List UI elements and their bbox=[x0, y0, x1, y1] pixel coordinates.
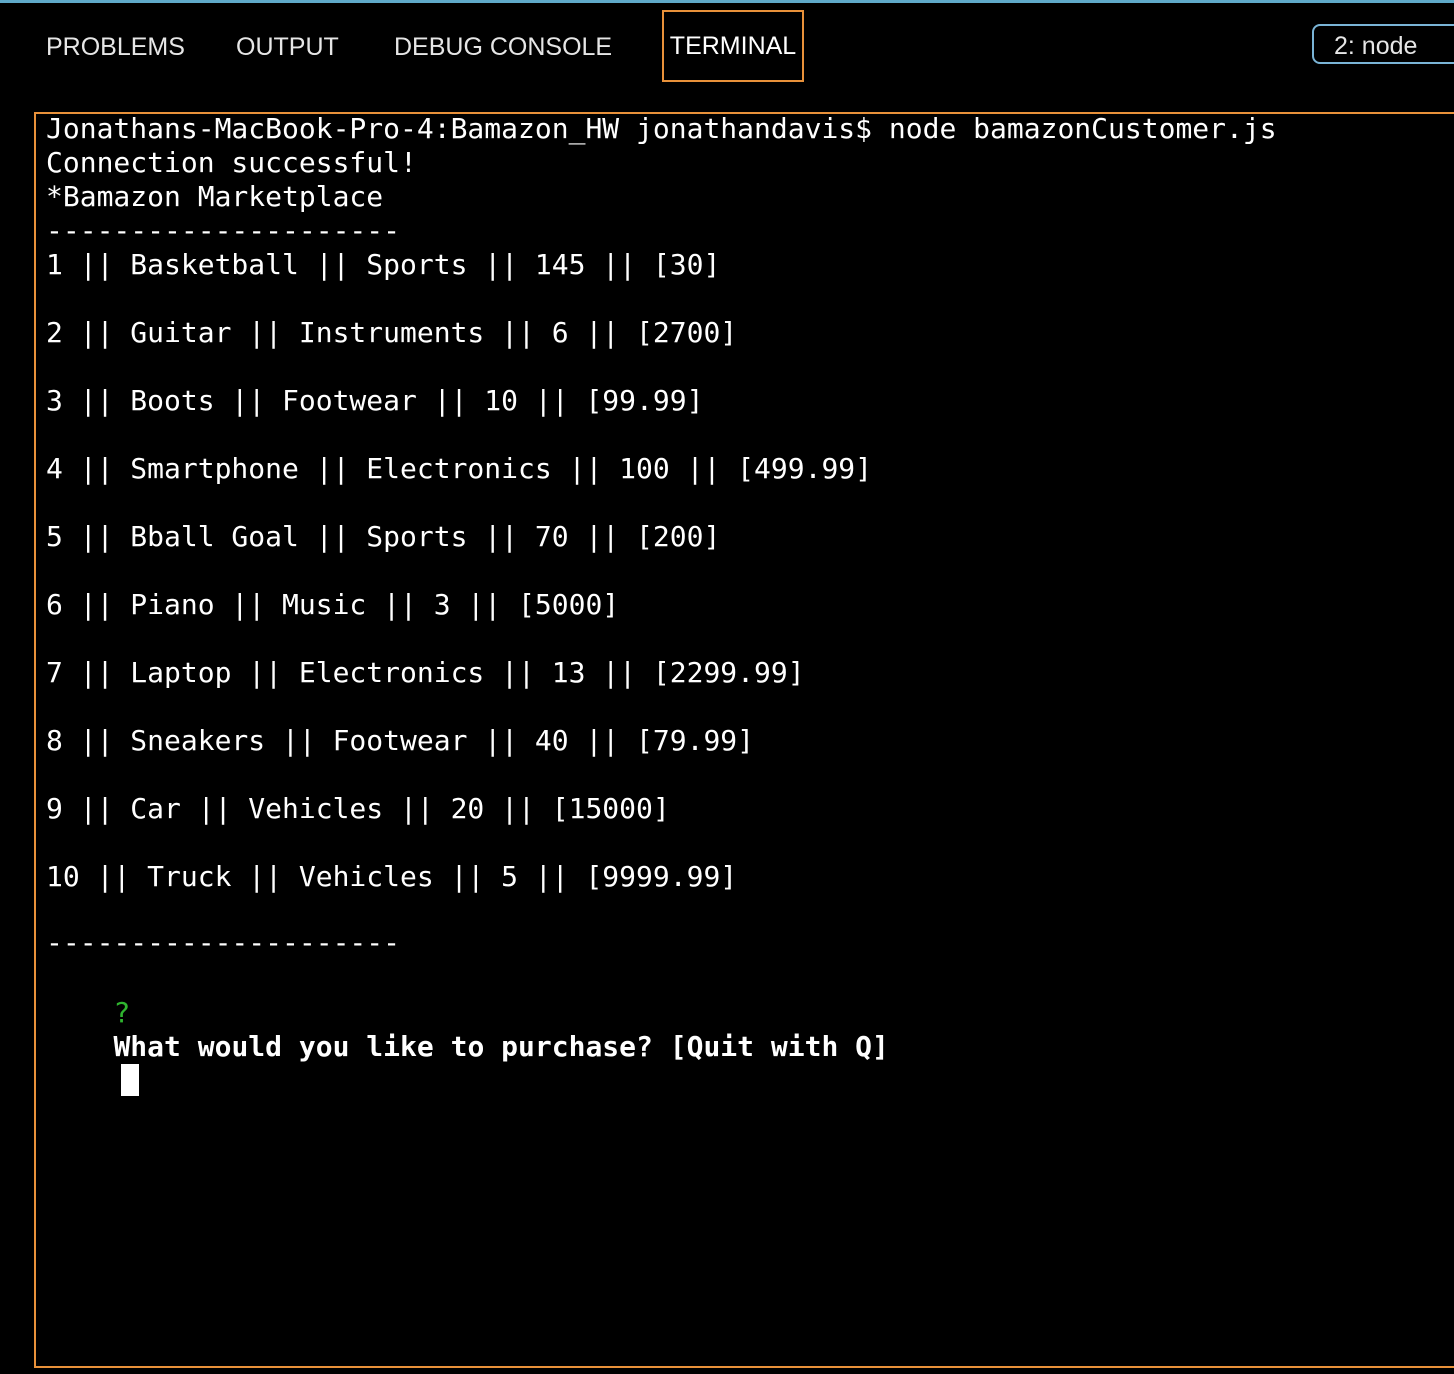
product-row: 6 || Piano || Music || 3 || [5000] bbox=[46, 588, 620, 621]
product-row: 1 || Basketball || Sports || 145 || [30] bbox=[46, 248, 721, 281]
terminal-cursor[interactable] bbox=[121, 1064, 140, 1096]
prompt-question-mark: ? bbox=[113, 996, 131, 1029]
prompt-text: What would you like to purchase? [Quit w… bbox=[113, 1030, 889, 1063]
product-row: 9 || Car || Vehicles || 20 || [15000] bbox=[46, 792, 670, 825]
terminal-output[interactable]: Jonathans-MacBook-Pro-4:Bamazon_HW jonat… bbox=[46, 112, 1277, 1096]
product-row: 8 || Sneakers || Footwear || 40 || [79.9… bbox=[46, 724, 755, 757]
product-row: 3 || Boots || Footwear || 10 || [99.99] bbox=[46, 384, 704, 417]
panel-top-border bbox=[0, 0, 1454, 3]
terminal-instance-select[interactable]: 2: node bbox=[1312, 24, 1454, 64]
product-row: 5 || Bball Goal || Sports || 70 || [200] bbox=[46, 520, 721, 553]
divider-bottom: --------------------- bbox=[46, 926, 401, 959]
tab-terminal-label: TERMINAL bbox=[669, 32, 797, 60]
product-row: 7 || Laptop || Electronics || 13 || [229… bbox=[46, 656, 805, 689]
connection-message: Connection successful! bbox=[46, 146, 417, 179]
tab-debug-console[interactable]: DEBUG CONSOLE bbox=[394, 32, 612, 62]
divider-top: --------------------- bbox=[46, 214, 401, 247]
product-row: 10 || Truck || Vehicles || 5 || [9999.99… bbox=[46, 860, 738, 893]
purchase-prompt[interactable]: ? What would you like to purchase? [Quit… bbox=[46, 962, 889, 1096]
command-line: Jonathans-MacBook-Pro-4:Bamazon_HW jonat… bbox=[46, 112, 1277, 145]
tab-output[interactable]: OUTPUT bbox=[236, 32, 339, 62]
store-title: *Bamazon Marketplace bbox=[46, 180, 384, 213]
product-row: 2 || Guitar || Instruments || 6 || [2700… bbox=[46, 316, 738, 349]
tab-terminal[interactable]: TERMINAL bbox=[662, 10, 804, 82]
product-row: 4 || Smartphone || Electronics || 100 ||… bbox=[46, 452, 873, 485]
tab-problems[interactable]: PROBLEMS bbox=[46, 32, 185, 62]
